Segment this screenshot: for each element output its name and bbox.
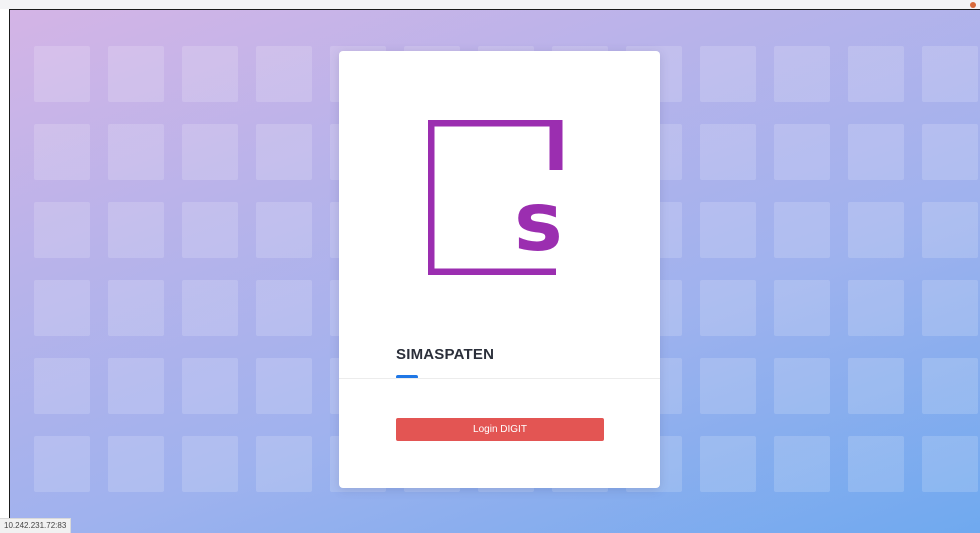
background-tile xyxy=(922,358,978,414)
background-tile xyxy=(182,124,238,180)
background-tile xyxy=(108,358,164,414)
background-tile xyxy=(774,124,830,180)
page-viewport: s SIMASPATEN Login DIGIT xyxy=(9,9,980,533)
background-tile xyxy=(922,436,978,492)
background-tile xyxy=(774,358,830,414)
background-tile xyxy=(34,46,90,102)
background-tile xyxy=(256,46,312,102)
card-divider xyxy=(339,378,660,379)
background-tile xyxy=(182,358,238,414)
logo-letter: s xyxy=(514,175,563,270)
background-tile xyxy=(108,280,164,336)
login-digit-button[interactable]: Login DIGIT xyxy=(396,418,604,441)
background-tile xyxy=(108,202,164,258)
background-tile xyxy=(922,46,978,102)
background-tile xyxy=(922,124,978,180)
background-tile xyxy=(848,358,904,414)
background-tile xyxy=(774,280,830,336)
background-tile xyxy=(848,202,904,258)
background-tile xyxy=(848,280,904,336)
background-tile xyxy=(922,202,978,258)
browser-profile-icon[interactable] xyxy=(970,2,976,8)
background-tile xyxy=(256,358,312,414)
background-tile xyxy=(108,436,164,492)
background-tile xyxy=(256,280,312,336)
background-tile xyxy=(774,202,830,258)
background-tile xyxy=(700,202,756,258)
background-tile xyxy=(34,358,90,414)
background-tile xyxy=(34,280,90,336)
background-tile xyxy=(256,202,312,258)
background-tile xyxy=(34,202,90,258)
background-tile xyxy=(108,124,164,180)
background-tile xyxy=(256,436,312,492)
background-tile xyxy=(848,46,904,102)
background-tile xyxy=(922,280,978,336)
background-tile xyxy=(182,46,238,102)
background-tile xyxy=(700,124,756,180)
background-tile xyxy=(700,280,756,336)
background-tile xyxy=(700,358,756,414)
app-title: SIMASPATEN xyxy=(396,346,495,363)
background-tile xyxy=(774,436,830,492)
background-tile xyxy=(700,436,756,492)
background-tile xyxy=(182,202,238,258)
background-tile xyxy=(256,124,312,180)
background-tile xyxy=(34,124,90,180)
background-tile xyxy=(34,436,90,492)
background-tile xyxy=(182,280,238,336)
status-bar-url: 10.242.231.72:83 xyxy=(0,518,72,533)
background-tile xyxy=(774,46,830,102)
background-tile xyxy=(848,436,904,492)
background-tile xyxy=(700,46,756,102)
simaspaten-logo: s xyxy=(428,120,563,275)
background-tile xyxy=(848,124,904,180)
browser-top-strip xyxy=(0,0,980,9)
background-tile xyxy=(108,46,164,102)
login-card: s SIMASPATEN Login DIGIT xyxy=(339,51,660,488)
background-tile xyxy=(182,436,238,492)
